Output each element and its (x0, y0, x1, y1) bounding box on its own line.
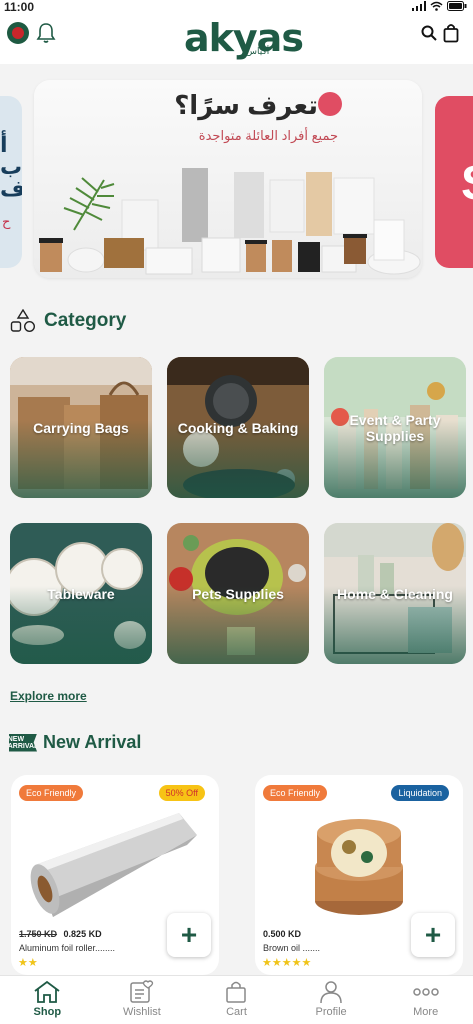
new-arrival-badge-icon: NEW ARRIVAL (7, 733, 39, 752)
battery-icon (447, 1, 467, 11)
product-current-price: 0.500 KD (263, 929, 302, 939)
nav-label: Cart (226, 1006, 247, 1018)
nav-label: Wishlist (122, 1006, 161, 1018)
category-label: Tableware (47, 585, 115, 602)
signal-icon (412, 1, 426, 11)
shopping-bag-icon[interactable] (443, 23, 459, 43)
product-rating-stars: ★★ (18, 957, 38, 969)
banner-peek-left-sub: ح (2, 214, 11, 229)
nav-cart[interactable]: Cart (189, 976, 284, 1024)
new-arrival-section-header: NEW ARRIVAL New Arrival (9, 732, 141, 753)
status-time: 11:00 (4, 0, 35, 14)
promo-banner[interactable]: تعرف سرًا؟ جميع أفراد العائلة متواجدة (34, 80, 422, 278)
wishlist-icon (130, 980, 154, 1003)
category-card-cooking-baking[interactable]: Cooking & Baking (167, 357, 309, 498)
brand-logo: akyas (184, 16, 304, 60)
cart-icon (226, 981, 247, 1003)
eco-friendly-tag: Eco Friendly (19, 785, 84, 801)
new-arrival-title: New Arrival (43, 732, 142, 752)
product-image (30, 813, 197, 917)
nav-shop[interactable]: Shop (0, 976, 95, 1024)
nav-label: Profile (315, 1006, 347, 1018)
banner-peek-left-text: أ ب ف (0, 132, 22, 201)
product-price: 1.750 KD 0.825 KD (19, 929, 102, 939)
banner-product-illustration (39, 168, 421, 275)
status-icons (412, 1, 467, 11)
category-label: Carrying Bags (33, 419, 129, 436)
category-section-header: Category (10, 309, 126, 333)
category-label: Cooking & Baking (177, 419, 299, 436)
product-card-brown-oil[interactable]: Eco Friendly Liquidation 0.500 KD Brown … (255, 775, 463, 975)
home-icon (34, 980, 60, 1003)
category-card-carrying-bags[interactable]: Carrying Bags (10, 357, 152, 498)
nav-profile[interactable]: Profile (284, 976, 379, 1024)
category-label: Pets Supplies (192, 585, 284, 602)
profile-icon (320, 981, 342, 1004)
bell-icon[interactable] (36, 22, 56, 44)
promo-carousel[interactable]: أ ب ف ح تعرف سرًا؟ جميع أفراد العائلة مت… (0, 64, 473, 294)
product-current-price: 0.825 KD (63, 929, 102, 939)
banner-peek-right-text: S (461, 156, 473, 211)
product-rating-stars: ★★★★★ (262, 957, 312, 969)
category-label: Event & Party Supplies (349, 411, 441, 444)
eco-friendly-tag: Eco Friendly (263, 785, 328, 801)
product-image (315, 819, 403, 915)
product-name: Aluminum foil roller........ (19, 943, 116, 953)
category-card-home-cleaning[interactable]: Home & Cleaning (324, 523, 466, 664)
banner-peek-right[interactable]: S (435, 96, 473, 268)
app-header: akyas أكياس (0, 14, 473, 64)
search-icon[interactable] (421, 25, 437, 41)
product-price: 0.500 KD (263, 929, 301, 939)
category-card-pets-supplies[interactable]: Pets Supplies (167, 523, 309, 664)
banner-peek-left[interactable]: أ ب ف ح (0, 96, 22, 268)
category-card-event-party[interactable]: Event & Party Supplies (324, 357, 466, 498)
add-to-cart-button[interactable]: + (411, 913, 455, 957)
brand-logo-arabic: أكياس (246, 46, 270, 56)
nav-wishlist[interactable]: Wishlist (95, 976, 190, 1024)
explore-more-link[interactable]: Explore more (10, 689, 87, 703)
product-old-price: 1.750 KD (19, 929, 58, 939)
status-bar: 11:00 (0, 0, 473, 14)
category-card-tableware[interactable]: Tableware (10, 523, 152, 664)
nav-label: More (413, 1006, 439, 1018)
add-to-cart-button[interactable]: + (167, 913, 211, 957)
wifi-icon (430, 1, 443, 11)
nav-more[interactable]: More (378, 976, 473, 1024)
discount-tag: 50% Off (158, 785, 205, 801)
bottom-nav: Shop Wishlist Cart Profile More (0, 975, 473, 1024)
more-icon (412, 988, 439, 996)
nav-label: Shop (33, 1006, 62, 1018)
campaign-badge-icon[interactable] (7, 22, 29, 44)
shapes-icon (10, 309, 36, 333)
product-name: Brown oil ....... (263, 943, 321, 953)
category-label: Home & Cleaning (337, 585, 453, 602)
liquidation-tag: Liquidation (391, 785, 449, 801)
category-title: Category (44, 310, 127, 331)
product-card-aluminum-foil[interactable]: Eco Friendly 50% Off 1.750 KD 0.825 KD A… (11, 775, 219, 975)
